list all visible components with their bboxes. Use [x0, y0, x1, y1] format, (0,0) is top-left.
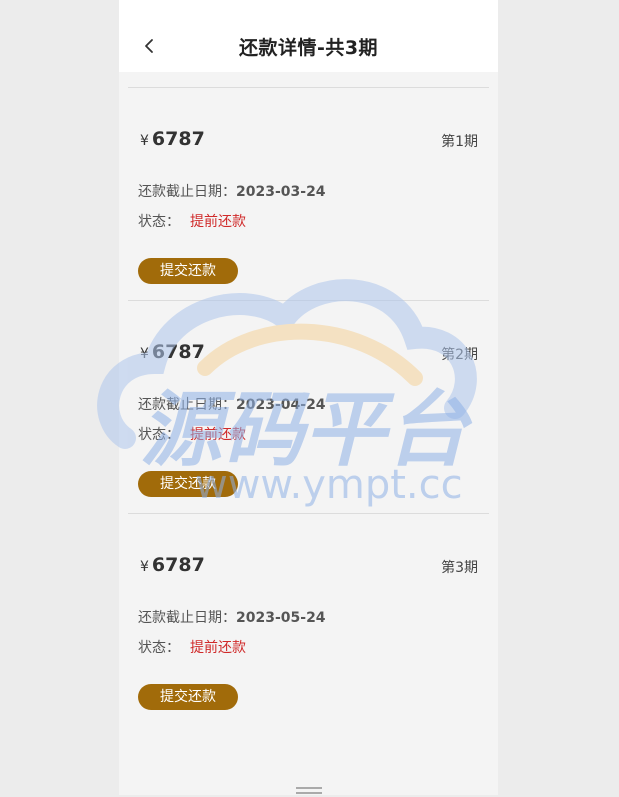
status-label: 状态： — [138, 427, 180, 443]
app-screen: 还款详情-共3期 ¥6787 第1期 还款截止日期：2023-03-24 状态：… — [119, 0, 498, 795]
due-date-row: 还款截止日期：2023-04-24 — [138, 394, 326, 414]
page-title: 还款详情-共3期 — [238, 37, 379, 59]
status-row: 状态： 提前还款 — [138, 637, 246, 657]
due-date-row: 还款截止日期：2023-05-24 — [138, 607, 326, 627]
status-value: 提前还款 — [190, 214, 246, 230]
installment-card: ¥6787 第3期 还款截止日期：2023-05-24 状态： 提前还款 提交还款 — [128, 514, 489, 727]
currency-symbol: ¥ — [140, 559, 149, 575]
status-label: 状态： — [138, 640, 180, 656]
installment-card: ¥6787 第2期 还款截止日期：2023-04-24 状态： 提前还款 提交还款 — [128, 301, 489, 514]
bottom-handle[interactable] — [296, 787, 322, 797]
period-label: 第1期 — [441, 134, 478, 150]
handle-line — [296, 787, 322, 789]
submit-repayment-button[interactable]: 提交还款 — [138, 471, 238, 497]
status-label: 状态： — [138, 214, 180, 230]
due-date-label: 还款截止日期： — [138, 184, 236, 200]
status-row: 状态： 提前还款 — [138, 211, 246, 231]
currency-symbol: ¥ — [140, 133, 149, 149]
due-date-row: 还款截止日期：2023-03-24 — [138, 181, 326, 201]
submit-repayment-button[interactable]: 提交还款 — [138, 258, 238, 284]
amount: ¥6787 — [140, 554, 205, 576]
status-value: 提前还款 — [190, 640, 246, 656]
header-bar: 还款详情-共3期 — [119, 0, 498, 72]
amount: ¥6787 — [140, 128, 205, 150]
amount-value: 6787 — [151, 341, 205, 363]
due-date-value: 2023-03-24 — [236, 184, 326, 200]
due-date-value: 2023-04-24 — [236, 397, 326, 413]
period-label: 第3期 — [441, 560, 478, 576]
currency-symbol: ¥ — [140, 346, 149, 362]
due-date-label: 还款截止日期： — [138, 397, 236, 413]
amount-value: 6787 — [151, 128, 205, 150]
status-row: 状态： 提前还款 — [138, 424, 246, 444]
due-date-value: 2023-05-24 — [236, 610, 326, 626]
status-value: 提前还款 — [190, 427, 246, 443]
amount: ¥6787 — [140, 341, 205, 363]
submit-repayment-button[interactable]: 提交还款 — [138, 684, 238, 710]
period-label: 第2期 — [441, 347, 478, 363]
due-date-label: 还款截止日期： — [138, 610, 236, 626]
installment-card: ¥6787 第1期 还款截止日期：2023-03-24 状态： 提前还款 提交还款 — [128, 88, 489, 301]
handle-line — [296, 792, 322, 794]
amount-value: 6787 — [151, 554, 205, 576]
